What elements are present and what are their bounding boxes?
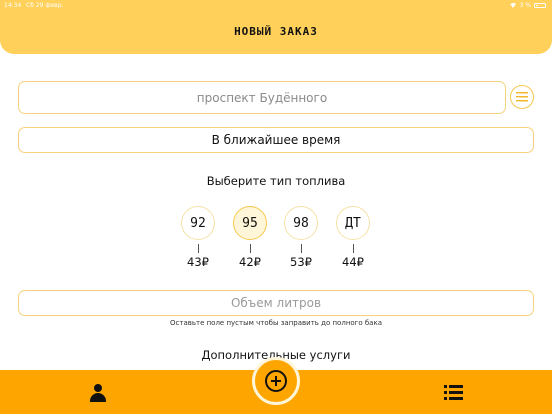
user-icon[interactable] bbox=[89, 384, 107, 402]
fuel-option-stem bbox=[197, 244, 199, 253]
liters-hint: Оставьте поле пустым чтобы заправить до … bbox=[170, 319, 382, 327]
fuel-option-price: 43₽ bbox=[187, 255, 209, 269]
fuel-option-price: 53₽ bbox=[290, 255, 312, 269]
fuel-option-label: ДТ bbox=[336, 206, 370, 240]
add-order-button[interactable] bbox=[252, 357, 300, 405]
delivery-time-select[interactable]: В ближайшее время bbox=[18, 127, 534, 153]
menu-list-icon[interactable] bbox=[444, 385, 463, 400]
fuel-option-price: 42₽ bbox=[239, 255, 261, 269]
address-list-button[interactable] bbox=[510, 85, 534, 109]
status-time: 14:34 bbox=[4, 2, 22, 9]
fuel-option-98[interactable]: 98 53₽ bbox=[283, 206, 319, 269]
fuel-option-stem bbox=[249, 244, 251, 253]
fuel-option-95[interactable]: 95 42₽ bbox=[232, 206, 268, 269]
delivery-time-value: В ближайшее время bbox=[211, 133, 341, 147]
liters-input[interactable]: Объем литров bbox=[18, 290, 534, 316]
list-icon bbox=[516, 92, 528, 102]
plus-circle-icon bbox=[265, 370, 287, 392]
status-date: Сб 29 февр. bbox=[26, 2, 64, 9]
fuel-option-92[interactable]: 92 43₽ bbox=[180, 206, 216, 269]
fuel-option-diesel[interactable]: ДТ 44₽ bbox=[335, 206, 371, 269]
fuel-option-label: 95 bbox=[233, 206, 267, 240]
liters-placeholder: Объем литров bbox=[230, 296, 322, 310]
battery-level: 3 % bbox=[519, 2, 531, 9]
address-field[interactable]: проспект Будённого bbox=[18, 81, 506, 114]
battery-icon bbox=[534, 3, 546, 8]
address-placeholder: проспект Будённого bbox=[196, 90, 328, 105]
fuel-option-label: 98 bbox=[284, 206, 318, 240]
status-right: 3 % bbox=[509, 2, 546, 9]
page-title: НОВЫЙ ЗАКАЗ bbox=[234, 25, 318, 38]
fuel-option-stem bbox=[300, 244, 302, 253]
wifi-icon bbox=[509, 3, 517, 8]
fuel-type-heading: Выберите тип топлива bbox=[206, 174, 346, 188]
fuel-option-price: 44₽ bbox=[342, 255, 364, 269]
fuel-option-label: 92 bbox=[181, 206, 215, 240]
fuel-option-stem bbox=[352, 244, 354, 253]
status-bar: 14:34 Сб 29 февр. 3 % bbox=[0, 0, 552, 12]
